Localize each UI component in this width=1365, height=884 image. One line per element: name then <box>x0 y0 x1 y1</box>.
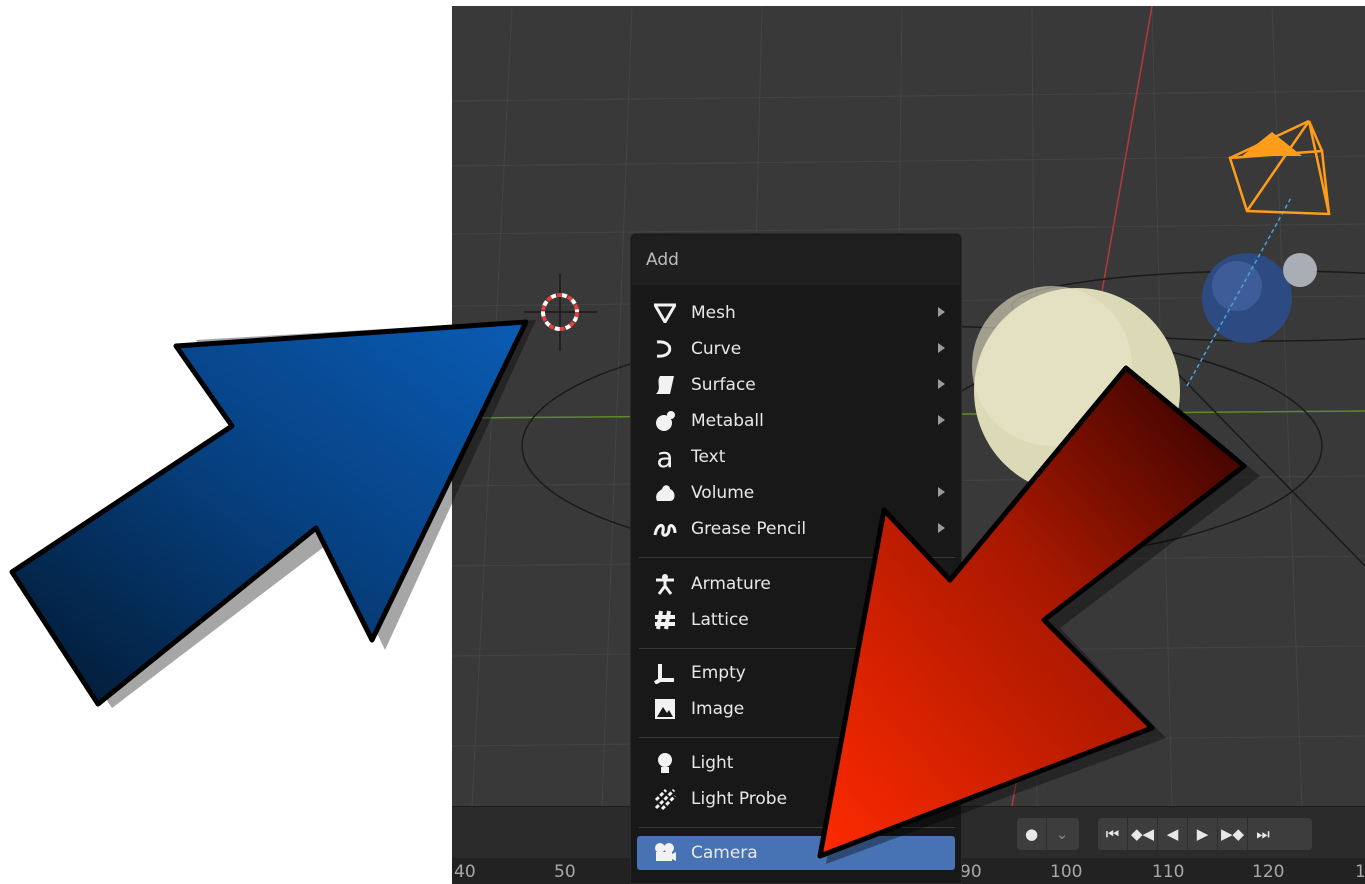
menu-item-mesh[interactable]: Mesh <box>637 296 955 330</box>
light-icon <box>649 748 681 778</box>
ruler-tick: 120 <box>1252 862 1285 882</box>
submenu-arrow-icon <box>938 487 945 497</box>
menu-item-camera[interactable]: Camera <box>637 836 955 870</box>
menu-item-text[interactable]: a Text <box>637 440 955 474</box>
metaball-icon <box>649 406 681 436</box>
ruler-tick: 40 <box>454 862 476 882</box>
surface-icon <box>649 370 681 400</box>
menu-item-label: Empty <box>691 663 746 683</box>
next-keyframe-icon[interactable]: ▶◆ <box>1218 818 1248 850</box>
menu-item-label: Mesh <box>691 303 736 323</box>
menu-item-label: Metaball <box>691 411 764 431</box>
submenu-arrow-icon <box>938 343 945 353</box>
submenu-arrow-icon <box>938 415 945 425</box>
jump-start-icon[interactable]: ⏮ <box>1098 818 1128 850</box>
3d-cursor <box>524 274 597 351</box>
play-icon[interactable]: ▶ <box>1188 818 1218 850</box>
menu-item-lattice[interactable]: Lattice <box>637 603 955 637</box>
menu-item-label: Curve <box>691 339 742 359</box>
menu-item-label: Light Probe <box>691 789 788 809</box>
menu-separator <box>639 737 955 738</box>
ruler-tick: 110 <box>1152 862 1185 882</box>
submenu-arrow-icon <box>938 379 945 389</box>
ruler-tick: 100 <box>1050 862 1083 882</box>
menu-item-image[interactable]: Image <box>637 692 955 726</box>
prev-keyframe-icon[interactable]: ◆◀ <box>1128 818 1158 850</box>
menu-item-label: Lattice <box>691 610 749 630</box>
empty-icon <box>649 658 681 688</box>
menu-title: Add <box>632 235 960 285</box>
menu-item-grease-pencil[interactable]: Grease Pencil <box>637 512 955 546</box>
menu-item-empty[interactable]: Empty <box>637 656 955 690</box>
volume-icon <box>649 478 681 508</box>
add-menu: Add Mesh Curve Surface Metaball a Text V… <box>630 233 962 884</box>
menu-separator <box>639 557 955 558</box>
grease-pencil-icon <box>649 514 681 544</box>
play-reverse-icon[interactable]: ◀ <box>1158 818 1188 850</box>
menu-item-surface[interactable]: Surface <box>637 368 955 402</box>
submenu-arrow-icon <box>938 793 945 803</box>
light-probe-icon <box>649 784 681 814</box>
blue-annotation-arrow <box>9 319 529 707</box>
menu-item-light[interactable]: Light <box>637 746 955 780</box>
ruler-tick: 90 <box>960 862 982 882</box>
submenu-arrow-icon <box>938 523 945 533</box>
submenu-arrow-icon <box>938 757 945 767</box>
curve-icon <box>649 334 681 364</box>
menu-item-curve[interactable]: Curve <box>637 332 955 366</box>
menu-item-label: Armature <box>691 574 771 594</box>
record-icon[interactable]: ● <box>1017 818 1047 850</box>
submenu-arrow-icon <box>938 307 945 317</box>
chevron-down-icon[interactable]: ⌄ <box>1047 818 1077 850</box>
ruler-tick: 50 <box>554 862 576 882</box>
menu-separator <box>639 648 955 649</box>
menu-item-label: Grease Pencil <box>691 519 807 539</box>
menu-item-label: Light <box>691 753 734 773</box>
menu-item-label: Camera <box>691 843 758 863</box>
menu-item-metaball[interactable]: Metaball <box>637 404 955 438</box>
menu-item-armature[interactable]: Armature <box>637 567 955 601</box>
playback-controls[interactable]: ⏮ ◆◀ ◀ ▶ ▶◆ ⏭ <box>1098 818 1312 850</box>
camera-icon <box>649 838 681 868</box>
mesh-icon <box>649 298 681 328</box>
menu-item-label: Image <box>691 699 745 719</box>
menu-item-label: Volume <box>691 483 755 503</box>
menu-separator <box>639 827 955 828</box>
menu-item-label: Text <box>691 447 726 467</box>
lattice-icon <box>649 605 681 635</box>
menu-item-label: Surface <box>691 375 756 395</box>
armature-icon <box>649 569 681 599</box>
menu-item-volume[interactable]: Volume <box>637 476 955 510</box>
image-icon <box>649 694 681 724</box>
ruler-tick: 1 <box>1355 862 1365 882</box>
submenu-arrow-icon <box>938 667 945 677</box>
menu-item-light-probe[interactable]: Light Probe <box>637 782 955 816</box>
text-icon: a <box>656 440 674 474</box>
jump-end-icon[interactable]: ⏭ <box>1248 818 1278 850</box>
keying-controls[interactable]: ● ⌄ <box>1017 818 1079 850</box>
